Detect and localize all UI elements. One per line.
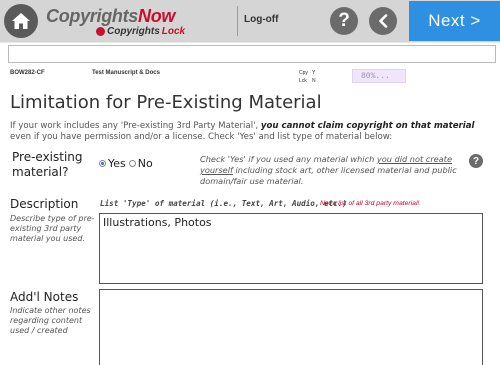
question-help-icon[interactable]: ? [469, 154, 483, 168]
no-label: No [137, 157, 153, 170]
top-bar: CopyrightsNow Copyrights Lock Log-off ? N… [0, 0, 500, 42]
notes-label: Add'l Notes [10, 290, 79, 304]
notes-textarea[interactable] [99, 289, 483, 365]
logo-main-text: CopyrightsNow [46, 6, 176, 26]
home-button[interactable] [4, 4, 38, 38]
intro-text: If your work includes any 'Pre-existing … [10, 121, 475, 142]
copyrightsnow-logo: CopyrightsNow Copyrights Lock [46, 6, 232, 38]
header-divider [237, 6, 238, 36]
pre-existing-help-text: Check 'Yes' if you used any material whi… [200, 154, 457, 186]
list-type-instruction: List 'Type' of material (i.e., Text, Art… [100, 199, 347, 208]
progress-strip [8, 45, 496, 63]
logoff-link[interactable]: Log-off [244, 14, 278, 25]
pre-existing-radio-group: Yes No [99, 157, 156, 170]
next-button[interactable]: Next > [409, 1, 500, 41]
help-button[interactable]: ? [330, 7, 358, 35]
logo-sub-text: Copyrights Lock [96, 26, 185, 37]
no-radio[interactable] [128, 160, 136, 167]
lock-icon [96, 27, 105, 36]
description-label: Description [10, 197, 79, 211]
back-button[interactable] [369, 7, 397, 35]
yes-option[interactable]: Yes [99, 157, 126, 170]
progress-percent-badge: 80%... [352, 69, 406, 83]
lck-value: N [312, 78, 316, 84]
description-textarea[interactable]: Illustrations, Photos [99, 213, 483, 284]
cpy-label: Cpy [299, 70, 308, 76]
doc-code: BOW282-CF [10, 70, 45, 76]
page-title: Limitation for Pre-Existing Material [10, 92, 322, 113]
yes-radio[interactable] [99, 160, 106, 167]
home-icon [12, 13, 30, 29]
header-rule [0, 42, 500, 43]
chevron-left-icon [379, 14, 388, 28]
lck-label: Lck [299, 78, 307, 84]
list-type-warning: Not a list of all 3rd party material! [320, 200, 420, 207]
description-hint: Describe type of pre-existing 3rd party … [10, 214, 95, 243]
doc-title: Test Manuscript & Docs [92, 70, 160, 76]
cpy-value: Y [312, 70, 316, 76]
pre-existing-label: Pre-existing material? [12, 150, 83, 179]
yes-label: Yes [108, 157, 126, 170]
no-option[interactable]: No [128, 157, 153, 170]
notes-hint: Indicate other notes regarding content u… [10, 306, 91, 335]
